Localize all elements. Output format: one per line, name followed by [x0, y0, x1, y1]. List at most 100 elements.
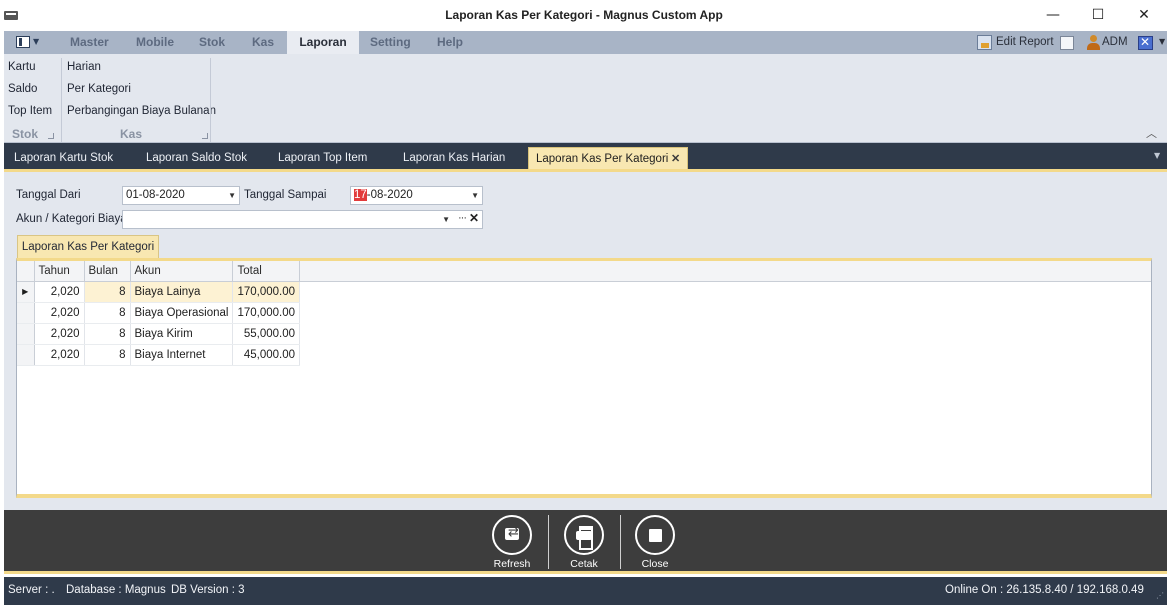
- window-title-bar: Laporan Kas Per Kategori - Magnus Custom…: [0, 0, 1168, 31]
- chevron-down-icon[interactable]: ▼: [1154, 151, 1160, 160]
- table-row[interactable]: 2,020 8 Biaya Internet 45,000.00: [17, 344, 301, 366]
- cell-akun[interactable]: Biaya Operasional: [130, 302, 234, 324]
- row-indicator-header: [17, 261, 35, 282]
- ellipsis-icon[interactable]: ···: [458, 210, 467, 227]
- status-database: Database : Magnus: [66, 584, 166, 596]
- doc-tab-kas-per-kategori[interactable]: Laporan Kas Per Kategori ✕: [528, 147, 688, 169]
- edit-report-link[interactable]: Edit Report: [996, 31, 1054, 54]
- row-indicator: [17, 344, 35, 366]
- tab-mobile[interactable]: Mobile: [136, 31, 174, 54]
- cell-tahun[interactable]: 2,020: [34, 323, 85, 345]
- ribbon-item-top-item[interactable]: Top Item: [8, 103, 52, 119]
- group-separator: [210, 58, 211, 142]
- cell-bulan[interactable]: 8: [84, 344, 131, 366]
- tanggal-dari-field[interactable]: 01-08-2020 ▼: [122, 186, 240, 205]
- refresh-label: Refresh: [493, 558, 531, 570]
- minimize-button[interactable]: —: [1038, 4, 1068, 26]
- close-window-button[interactable]: ✕: [1129, 4, 1159, 26]
- window-title: Laporan Kas Per Kategori - Magnus Custom…: [445, 8, 723, 22]
- cetak-label: Cetak: [570, 558, 598, 570]
- cell-bulan[interactable]: 8: [84, 323, 131, 345]
- ribbon-item-saldo[interactable]: Saldo: [8, 81, 37, 97]
- row-indicator: [17, 302, 35, 324]
- report-table: Tahun Bulan Akun Total ▶ 2,020 8 Biaya L…: [17, 261, 301, 366]
- status-db-version: DB Version : 3: [171, 584, 245, 596]
- tab-master[interactable]: Master: [70, 31, 109, 54]
- action-separator: [548, 515, 549, 569]
- refresh-icon: [492, 515, 532, 555]
- close-label: Close: [641, 558, 669, 570]
- skin-icon[interactable]: [1138, 35, 1153, 50]
- grid-header-filler: [296, 261, 1151, 282]
- cell-total[interactable]: 170,000.00: [232, 302, 301, 324]
- column-header-tahun[interactable]: Tahun: [34, 261, 85, 282]
- print-icon: [564, 515, 604, 555]
- column-header-akun[interactable]: Akun: [130, 261, 234, 282]
- column-header-total[interactable]: Total: [232, 261, 301, 282]
- tanggal-dari-value: 01-08-2020: [126, 189, 185, 201]
- ribbon-item-perbandingan[interactable]: Perbangingan Biaya Bulanan: [67, 103, 216, 119]
- tanggal-sampai-field[interactable]: 17-08-2020 ▼: [350, 186, 483, 205]
- akun-kategori-field[interactable]: ▼ ··· ✕: [122, 210, 483, 229]
- cell-bulan[interactable]: 8: [84, 302, 131, 324]
- tab-setting[interactable]: Setting: [370, 31, 411, 54]
- cell-total[interactable]: 45,000.00: [232, 344, 301, 366]
- cell-bulan[interactable]: 8: [84, 281, 131, 303]
- status-bar: Server : . Database : Magnus DB Version …: [4, 577, 1167, 605]
- tanggal-dari-label: Tanggal Dari: [16, 189, 81, 201]
- maximize-button[interactable]: ☐: [1083, 4, 1113, 26]
- cell-tahun[interactable]: 2,020: [34, 302, 85, 324]
- close-button[interactable]: Close: [633, 515, 677, 570]
- refresh-button[interactable]: Refresh: [490, 515, 534, 570]
- group-expand-icon[interactable]: [202, 133, 208, 139]
- column-header-bulan[interactable]: Bulan: [84, 261, 131, 282]
- chevron-down-icon[interactable]: ▼: [1159, 37, 1165, 46]
- cell-tahun[interactable]: 2,020: [34, 281, 85, 303]
- cell-akun[interactable]: Biaya Lainya: [130, 281, 234, 303]
- clear-icon[interactable]: ✕: [469, 210, 479, 227]
- group-expand-icon[interactable]: [48, 133, 54, 139]
- cell-total[interactable]: 55,000.00: [232, 323, 301, 345]
- tab-help[interactable]: Help: [437, 31, 463, 54]
- table-row[interactable]: 2,020 8 Biaya Operasional 170,000.00: [17, 302, 301, 324]
- table-row[interactable]: ▶ 2,020 8 Biaya Lainya 170,000.00: [17, 281, 301, 303]
- ribbon-item-harian[interactable]: Harian: [67, 59, 101, 75]
- doc-tab-kas-harian[interactable]: Laporan Kas Harian: [403, 147, 505, 169]
- chevron-down-icon[interactable]: ▼: [442, 211, 450, 228]
- report-tab[interactable]: Laporan Kas Per Kategori: [17, 235, 159, 259]
- collapse-ribbon-icon[interactable]: ︿: [1146, 125, 1157, 141]
- status-online: Online On : 26.135.8.40 / 192.168.0.49: [945, 584, 1144, 596]
- edit-report-icon[interactable]: [977, 35, 992, 50]
- cell-akun[interactable]: Biaya Internet: [130, 344, 234, 366]
- cetak-button[interactable]: Cetak: [562, 515, 606, 570]
- cell-tahun[interactable]: 2,020: [34, 344, 85, 366]
- cell-akun[interactable]: Biaya Kirim: [130, 323, 234, 345]
- cell-total[interactable]: 170,000.00: [232, 281, 301, 303]
- chevron-down-icon[interactable]: ▼: [228, 187, 236, 204]
- document-tab-strip: Laporan Kartu Stok Laporan Saldo Stok La…: [4, 143, 1167, 169]
- chevron-down-icon[interactable]: ▼: [471, 187, 479, 204]
- ribbon-group-stok: Stok: [11, 127, 38, 141]
- doc-tab-kartu-stok[interactable]: Laporan Kartu Stok: [14, 147, 113, 169]
- status-server: Server : .: [8, 584, 55, 596]
- tab-kas[interactable]: Kas: [252, 31, 274, 54]
- tanggal-sampai-rest: -08-2020: [366, 189, 413, 201]
- close-tab-icon[interactable]: ✕: [671, 148, 680, 170]
- doc-tab-top-item[interactable]: Laporan Top Item: [278, 147, 367, 169]
- tab-laporan[interactable]: Laporan: [287, 31, 359, 54]
- row-indicator-icon: ▶: [17, 281, 35, 303]
- report-grid: Tahun Bulan Akun Total ▶ 2,020 8 Biaya L…: [16, 258, 1152, 498]
- tab-stok[interactable]: Stok: [199, 31, 225, 54]
- akun-kategori-label: Akun / Kategori Biaya: [16, 213, 127, 225]
- resize-grip-icon[interactable]: ⋰: [1156, 591, 1165, 600]
- doc-tab-label: Laporan Kas Per Kategori: [536, 153, 669, 165]
- ribbon-item-per-kategori[interactable]: Per Kategori: [67, 81, 131, 97]
- user-name[interactable]: ADM: [1102, 31, 1128, 54]
- edit-report-checkbox[interactable]: [1060, 36, 1074, 50]
- quick-access-menu-icon[interactable]: ▼: [16, 36, 42, 50]
- action-bar: Refresh Cetak Close: [4, 510, 1167, 574]
- stop-icon: [635, 515, 675, 555]
- table-row[interactable]: 2,020 8 Biaya Kirim 55,000.00: [17, 323, 301, 345]
- ribbon-item-kartu[interactable]: Kartu: [8, 59, 36, 75]
- doc-tab-saldo-stok[interactable]: Laporan Saldo Stok: [146, 147, 247, 169]
